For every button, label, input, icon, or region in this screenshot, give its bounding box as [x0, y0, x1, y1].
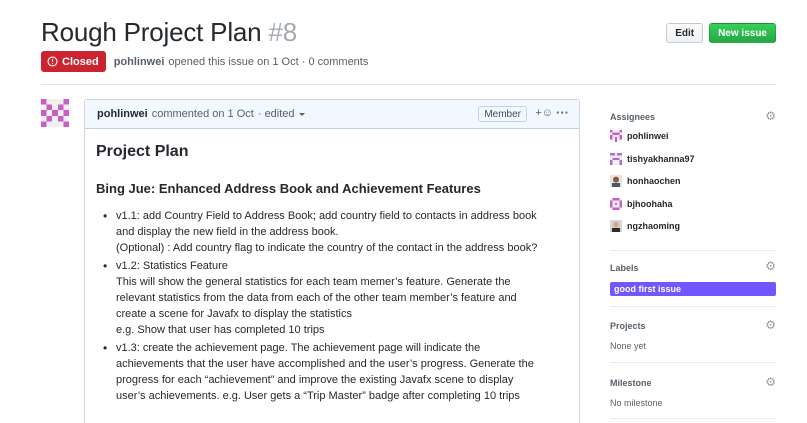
assignees-section: Assignees ⚙ pohlinwei tishyakhanna97 hon…: [610, 99, 776, 251]
avatar: [610, 175, 622, 187]
gear-icon[interactable]: ⚙: [765, 318, 776, 332]
list-item-line: This will show the general statistics fo…: [116, 276, 511, 288]
issue-title-text: Rough Project Plan: [41, 17, 262, 47]
comment-author-link[interactable]: pohlinwei: [97, 108, 148, 120]
list-item-line: v1.2: Statistics Feature: [116, 260, 228, 272]
list-item-line: v1.3: create the achievement page. The a…: [116, 342, 481, 354]
assignees-title: Assignees: [610, 112, 656, 122]
list-item: v1.1: add Country Field to Address Book;…: [96, 208, 569, 256]
add-reaction-button[interactable]: +☺: [535, 107, 553, 119]
comment-box: pohlinwei commented on 1 Oct · edited Me…: [84, 99, 580, 423]
comment-timestamp[interactable]: commented on 1 Oct: [152, 108, 254, 120]
labels-title: Labels: [610, 263, 639, 273]
label-badge[interactable]: good first issue: [610, 282, 776, 296]
status-badge: Closed: [41, 51, 106, 72]
list-item-line: achievements that the user have accompli…: [116, 358, 534, 370]
header-divider: [41, 84, 776, 85]
avatar: [610, 152, 622, 165]
comment-heading: Project Plan: [96, 143, 189, 160]
list-item-line: (Optional) : Add country flag to indicat…: [116, 242, 538, 254]
avatar[interactable]: [41, 99, 69, 127]
list-item-line: user’s achievements. e.g. User gets a “T…: [116, 390, 520, 402]
assignee-name: ngzhaoming: [627, 221, 680, 231]
issue-title: Rough Project Plan #8: [41, 17, 297, 48]
assignee-name: tishyakhanna97: [627, 153, 695, 164]
avatar: [610, 220, 622, 232]
avatar: [610, 130, 622, 142]
more-options-icon[interactable]: ···: [556, 105, 569, 120]
avatar: [610, 197, 622, 210]
issue-number: #8: [268, 17, 297, 47]
feature-list: v1.1: add Country Field to Address Book;…: [96, 208, 569, 404]
comment-header: pohlinwei commented on 1 Oct · edited Me…: [85, 100, 579, 129]
member-badge: Member: [478, 106, 527, 122]
issue-author-link[interactable]: pohlinwei: [114, 56, 165, 68]
assignee-name: pohlinwei: [627, 131, 669, 141]
status-label: Closed: [62, 55, 99, 68]
milestone-section: Milestone ⚙ No milestone: [610, 363, 776, 419]
gear-icon[interactable]: ⚙: [765, 375, 776, 389]
assignee-item[interactable]: tishyakhanna97: [610, 152, 776, 165]
assignee-name: bjhoohaha: [627, 198, 673, 209]
gear-icon[interactable]: ⚙: [765, 109, 776, 123]
projects-section: Projects ⚙ None yet: [610, 307, 776, 363]
projects-title: Projects: [610, 321, 646, 331]
edit-button[interactable]: Edit: [666, 23, 704, 43]
projects-value: None yet: [610, 341, 647, 351]
list-item-line: e.g. Show that user has completed 10 tri…: [116, 324, 325, 336]
milestone-title: Milestone: [610, 378, 652, 388]
list-item-line: v1.1: add Country Field to Address Book;…: [116, 210, 537, 222]
assignee-item[interactable]: pohlinwei: [610, 130, 776, 142]
new-issue-button[interactable]: New issue: [709, 23, 776, 43]
list-item-line: create a scene for Javafx to display the…: [116, 308, 353, 320]
comment-body: Project Plan Bing Jue: Enhanced Address …: [85, 129, 579, 404]
assignee-item[interactable]: bjhoohaha: [610, 197, 776, 210]
labels-section: Labels ⚙ good first issue: [610, 251, 776, 307]
issue-opened-text: opened this issue on 1 Oct · 0 comments: [168, 55, 369, 68]
assignee-item[interactable]: honhaochen: [610, 175, 776, 187]
list-item-line: progress for each “achievement” and impr…: [116, 374, 514, 386]
list-item: v1.2: Statistics Feature This will show …: [96, 258, 569, 338]
issue-meta: Closed pohlinwei opened this issue on 1 …: [41, 51, 368, 72]
assignee-item[interactable]: ngzhaoming: [610, 220, 776, 232]
gear-icon[interactable]: ⚙: [765, 259, 776, 273]
closed-issue-icon: [47, 56, 58, 67]
assignee-name: honhaochen: [627, 176, 681, 186]
list-item-line: relevant statistics from the data from e…: [116, 292, 517, 304]
issue-sidebar: Assignees ⚙ pohlinwei tishyakhanna97 hon…: [610, 99, 776, 419]
header-actions: Edit New issue: [666, 23, 776, 43]
list-item-line: and display the new field in the address…: [116, 226, 339, 238]
list-item: v1.3: create the achievement page. The a…: [96, 340, 569, 404]
comment-subheading: Bing Jue: Enhanced Address Book and Achi…: [96, 181, 481, 196]
milestone-value: No milestone: [610, 398, 663, 408]
edited-dropdown[interactable]: · edited: [258, 108, 305, 120]
